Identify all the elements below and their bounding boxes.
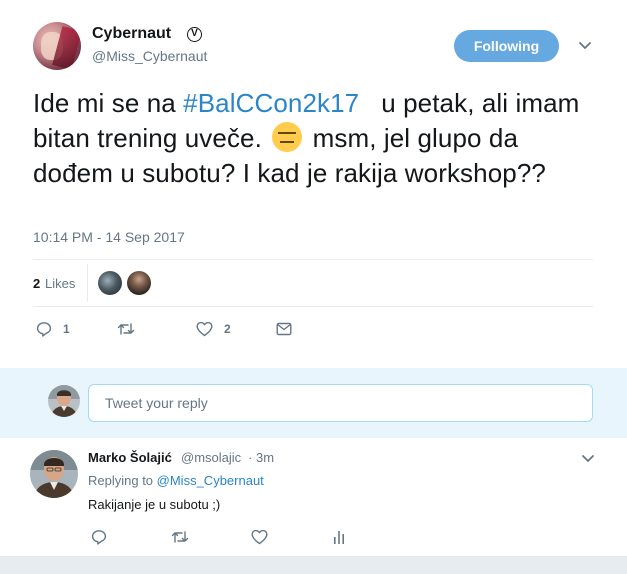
author-avatar[interactable] (33, 22, 81, 70)
mail-icon (276, 322, 292, 336)
heart-icon (196, 321, 213, 337)
like-count: 2 (224, 322, 231, 336)
reply-action[interactable]: 1 (36, 318, 70, 340)
verified-icon: V (187, 27, 202, 42)
divider (33, 259, 593, 260)
author-name[interactable]: Cybernaut (92, 25, 171, 43)
retweet-icon (117, 323, 135, 335)
reply-author-name[interactable]: Marko Šolajić (88, 450, 172, 465)
author-handle[interactable]: @Miss_Cybernaut (92, 48, 207, 64)
reply-retweet-action[interactable] (171, 528, 189, 546)
caret-down-icon[interactable] (578, 40, 592, 52)
tweet-timestamp[interactable]: 10:14 PM - 14 Sep 2017 (33, 229, 185, 245)
replying-to-mention[interactable]: @Miss_Cybernaut (157, 473, 264, 488)
tweet-text: Ide mi se na #BalCCon2k17 u petak, ali i… (33, 88, 587, 188)
replying-to: Replying to @Miss_Cybernaut (88, 473, 264, 488)
current-user-avatar[interactable] (48, 385, 80, 417)
divider (33, 306, 593, 307)
reply-text: Rakijanje je u subotu ;) (88, 497, 221, 512)
reply-reply-action[interactable] (91, 528, 107, 546)
likes-label[interactable]: Likes (45, 276, 75, 291)
main-tweet: Cybernaut V @Miss_Cybernaut Following Id… (0, 0, 627, 368)
retweet-icon (171, 531, 189, 543)
reply-author-handle[interactable]: @msolajic (181, 450, 241, 465)
reply-icon (36, 322, 52, 337)
analytics-icon (334, 531, 344, 544)
reply-like-action[interactable] (251, 528, 268, 546)
expressionless-face-emoji (272, 122, 303, 152)
direct-message-action[interactable] (276, 318, 292, 340)
reply-input[interactable]: Tweet your reply (88, 384, 593, 422)
likes-count[interactable]: 2 (33, 276, 40, 291)
stats-separator (87, 264, 88, 302)
reply-icon (91, 530, 107, 545)
following-button[interactable]: Following (454, 30, 559, 62)
hashtag-link[interactable]: #BalCCon2k17 (183, 88, 359, 118)
reply-separator: · (248, 450, 253, 465)
timeline-gap (0, 556, 627, 574)
reply-analytics-action[interactable] (332, 528, 346, 546)
heart-icon (251, 529, 268, 545)
like-action[interactable]: 2 (196, 318, 231, 340)
reply-timestamp[interactable]: 3m (256, 450, 274, 465)
reply-author-avatar[interactable] (30, 450, 78, 498)
caret-down-icon[interactable] (581, 453, 595, 465)
liker-avatar[interactable] (98, 271, 122, 295)
reply-count: 1 (63, 322, 70, 336)
liker-avatar[interactable] (127, 271, 151, 295)
retweet-action[interactable] (117, 318, 135, 340)
